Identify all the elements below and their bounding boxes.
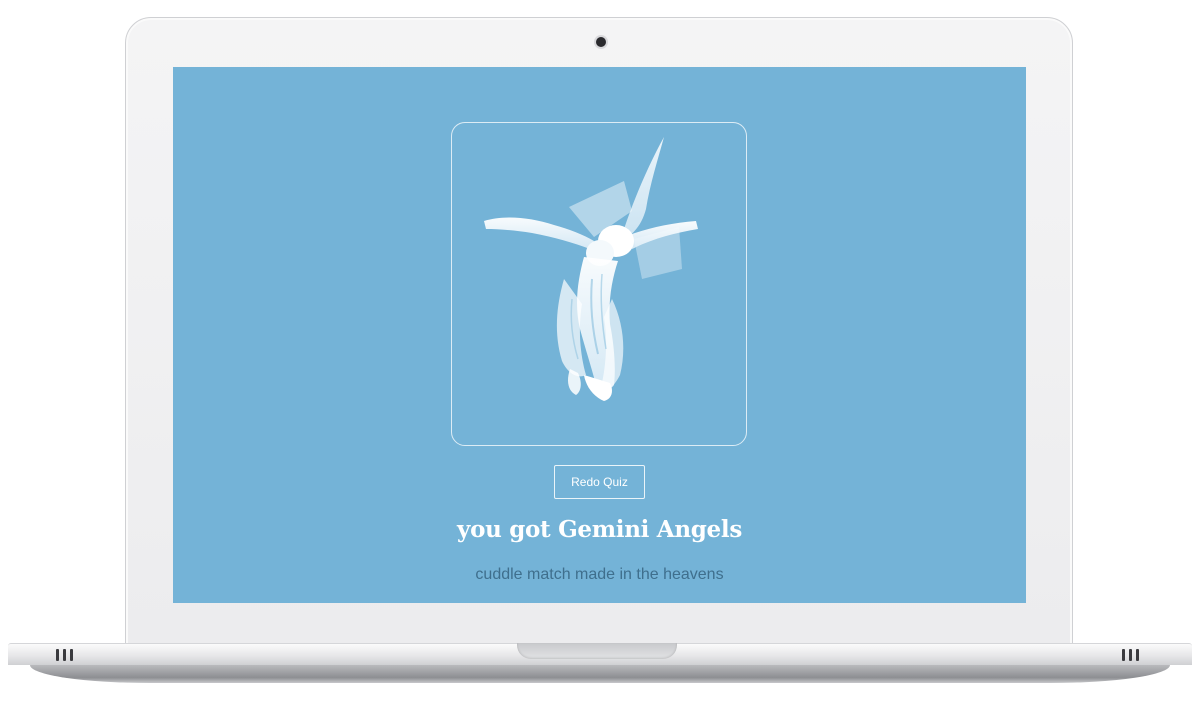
- laptop-base-edge: [30, 665, 1170, 683]
- result-image-card: [451, 122, 747, 446]
- speaker-vent-right-icon: [1122, 649, 1139, 661]
- result-title: you got Gemini Angels: [457, 516, 742, 543]
- redo-quiz-button[interactable]: Redo Quiz: [554, 465, 645, 499]
- quiz-result-screen: Redo Quiz you got Gemini Angels cuddle m…: [173, 67, 1026, 603]
- laptop-opening-notch: [517, 643, 677, 659]
- angel-sculpture-image: [484, 137, 698, 401]
- result-subtitle: cuddle match made in the heavens: [475, 566, 724, 583]
- laptop-mockup: Redo Quiz you got Gemini Angels cuddle m…: [0, 0, 1200, 701]
- speaker-vent-left-icon: [56, 649, 73, 661]
- webcam-icon: [596, 37, 606, 47]
